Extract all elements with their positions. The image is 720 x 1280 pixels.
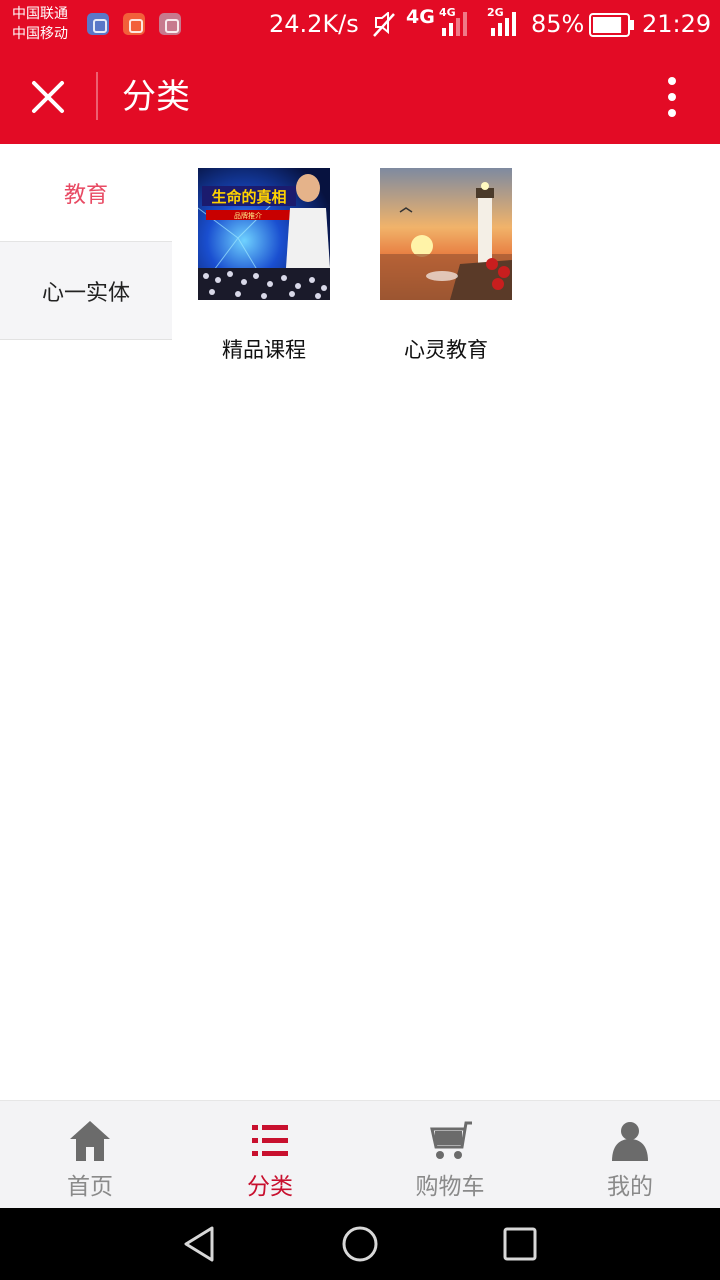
location-app-icon — [87, 13, 109, 35]
category-thumbnail — [380, 168, 512, 300]
tab-label: 分类 — [247, 1174, 293, 1200]
more-button[interactable] — [656, 72, 688, 122]
carrier-2: 中国移动 — [12, 26, 68, 42]
clock: 21:29 — [642, 10, 712, 38]
mute-icon — [373, 12, 395, 37]
home-icon — [70, 1121, 110, 1161]
category-card-spiritual-education[interactable]: 心灵教育 — [380, 168, 512, 362]
gallery-app-icon — [159, 13, 181, 35]
title-divider — [96, 72, 98, 120]
tab-label: 购物车 — [415, 1174, 485, 1200]
category-card-premium-courses[interactable]: 生命的真相 品牌推介 精品课程 — [197, 168, 330, 362]
carrier-info: 中国联通 中国移动 — [12, 4, 68, 44]
list-icon — [252, 1125, 288, 1156]
tab-label: 我的 — [607, 1174, 653, 1200]
thumb-caption: 生命的真相 — [211, 188, 286, 206]
message-app-icon — [123, 13, 145, 35]
home-circle-icon[interactable] — [340, 1224, 380, 1264]
battery-icon — [589, 13, 634, 37]
net-speed: 24.2K/s — [269, 10, 359, 38]
back-icon[interactable] — [180, 1224, 220, 1264]
sidebar-item-education[interactable]: 教育 — [0, 144, 172, 242]
title-bar: 分类 — [0, 50, 720, 144]
thumb-subcaption: 品牌推介 — [234, 211, 262, 220]
bottom-tab-bar: 首页 分类 购物车 我的 — [0, 1100, 720, 1208]
sidebar-item-label: 教育 — [63, 182, 108, 208]
more-vertical-icon — [668, 77, 676, 117]
category-thumbnail: 生命的真相 品牌推介 — [197, 168, 330, 300]
category-name: 心灵教育 — [404, 338, 488, 362]
status-bar: 中国联通 中国移动 24.2K/s 4G 4G 2G 85% 21:29 — [0, 0, 720, 50]
tab-home[interactable]: 首页 — [0, 1101, 180, 1209]
profile-icon — [612, 1122, 648, 1161]
cart-icon — [430, 1121, 472, 1159]
tab-label: 首页 — [67, 1174, 113, 1200]
close-icon — [32, 81, 64, 113]
system-nav-bar — [0, 1208, 720, 1280]
category-sidebar: 教育 心一实体 — [0, 144, 172, 340]
tab-profile[interactable]: 我的 — [540, 1101, 720, 1209]
sidebar-item-xinyi-entity[interactable]: 心一实体 — [0, 242, 172, 340]
signal-icon-2 — [491, 12, 516, 36]
carrier-1: 中国联通 — [12, 6, 68, 22]
battery-percent: 85% — [531, 10, 585, 38]
close-button[interactable] — [24, 73, 72, 121]
page-title: 分类 — [122, 77, 190, 117]
recents-icon[interactable] — [500, 1224, 540, 1264]
sidebar-item-label: 心一实体 — [41, 280, 130, 306]
tab-category[interactable]: 分类 — [180, 1101, 360, 1209]
tab-cart[interactable]: 购物车 — [360, 1101, 540, 1209]
signal-icon — [442, 12, 467, 36]
category-name: 精品课程 — [222, 338, 306, 362]
network-type-1: 4G — [406, 6, 435, 28]
